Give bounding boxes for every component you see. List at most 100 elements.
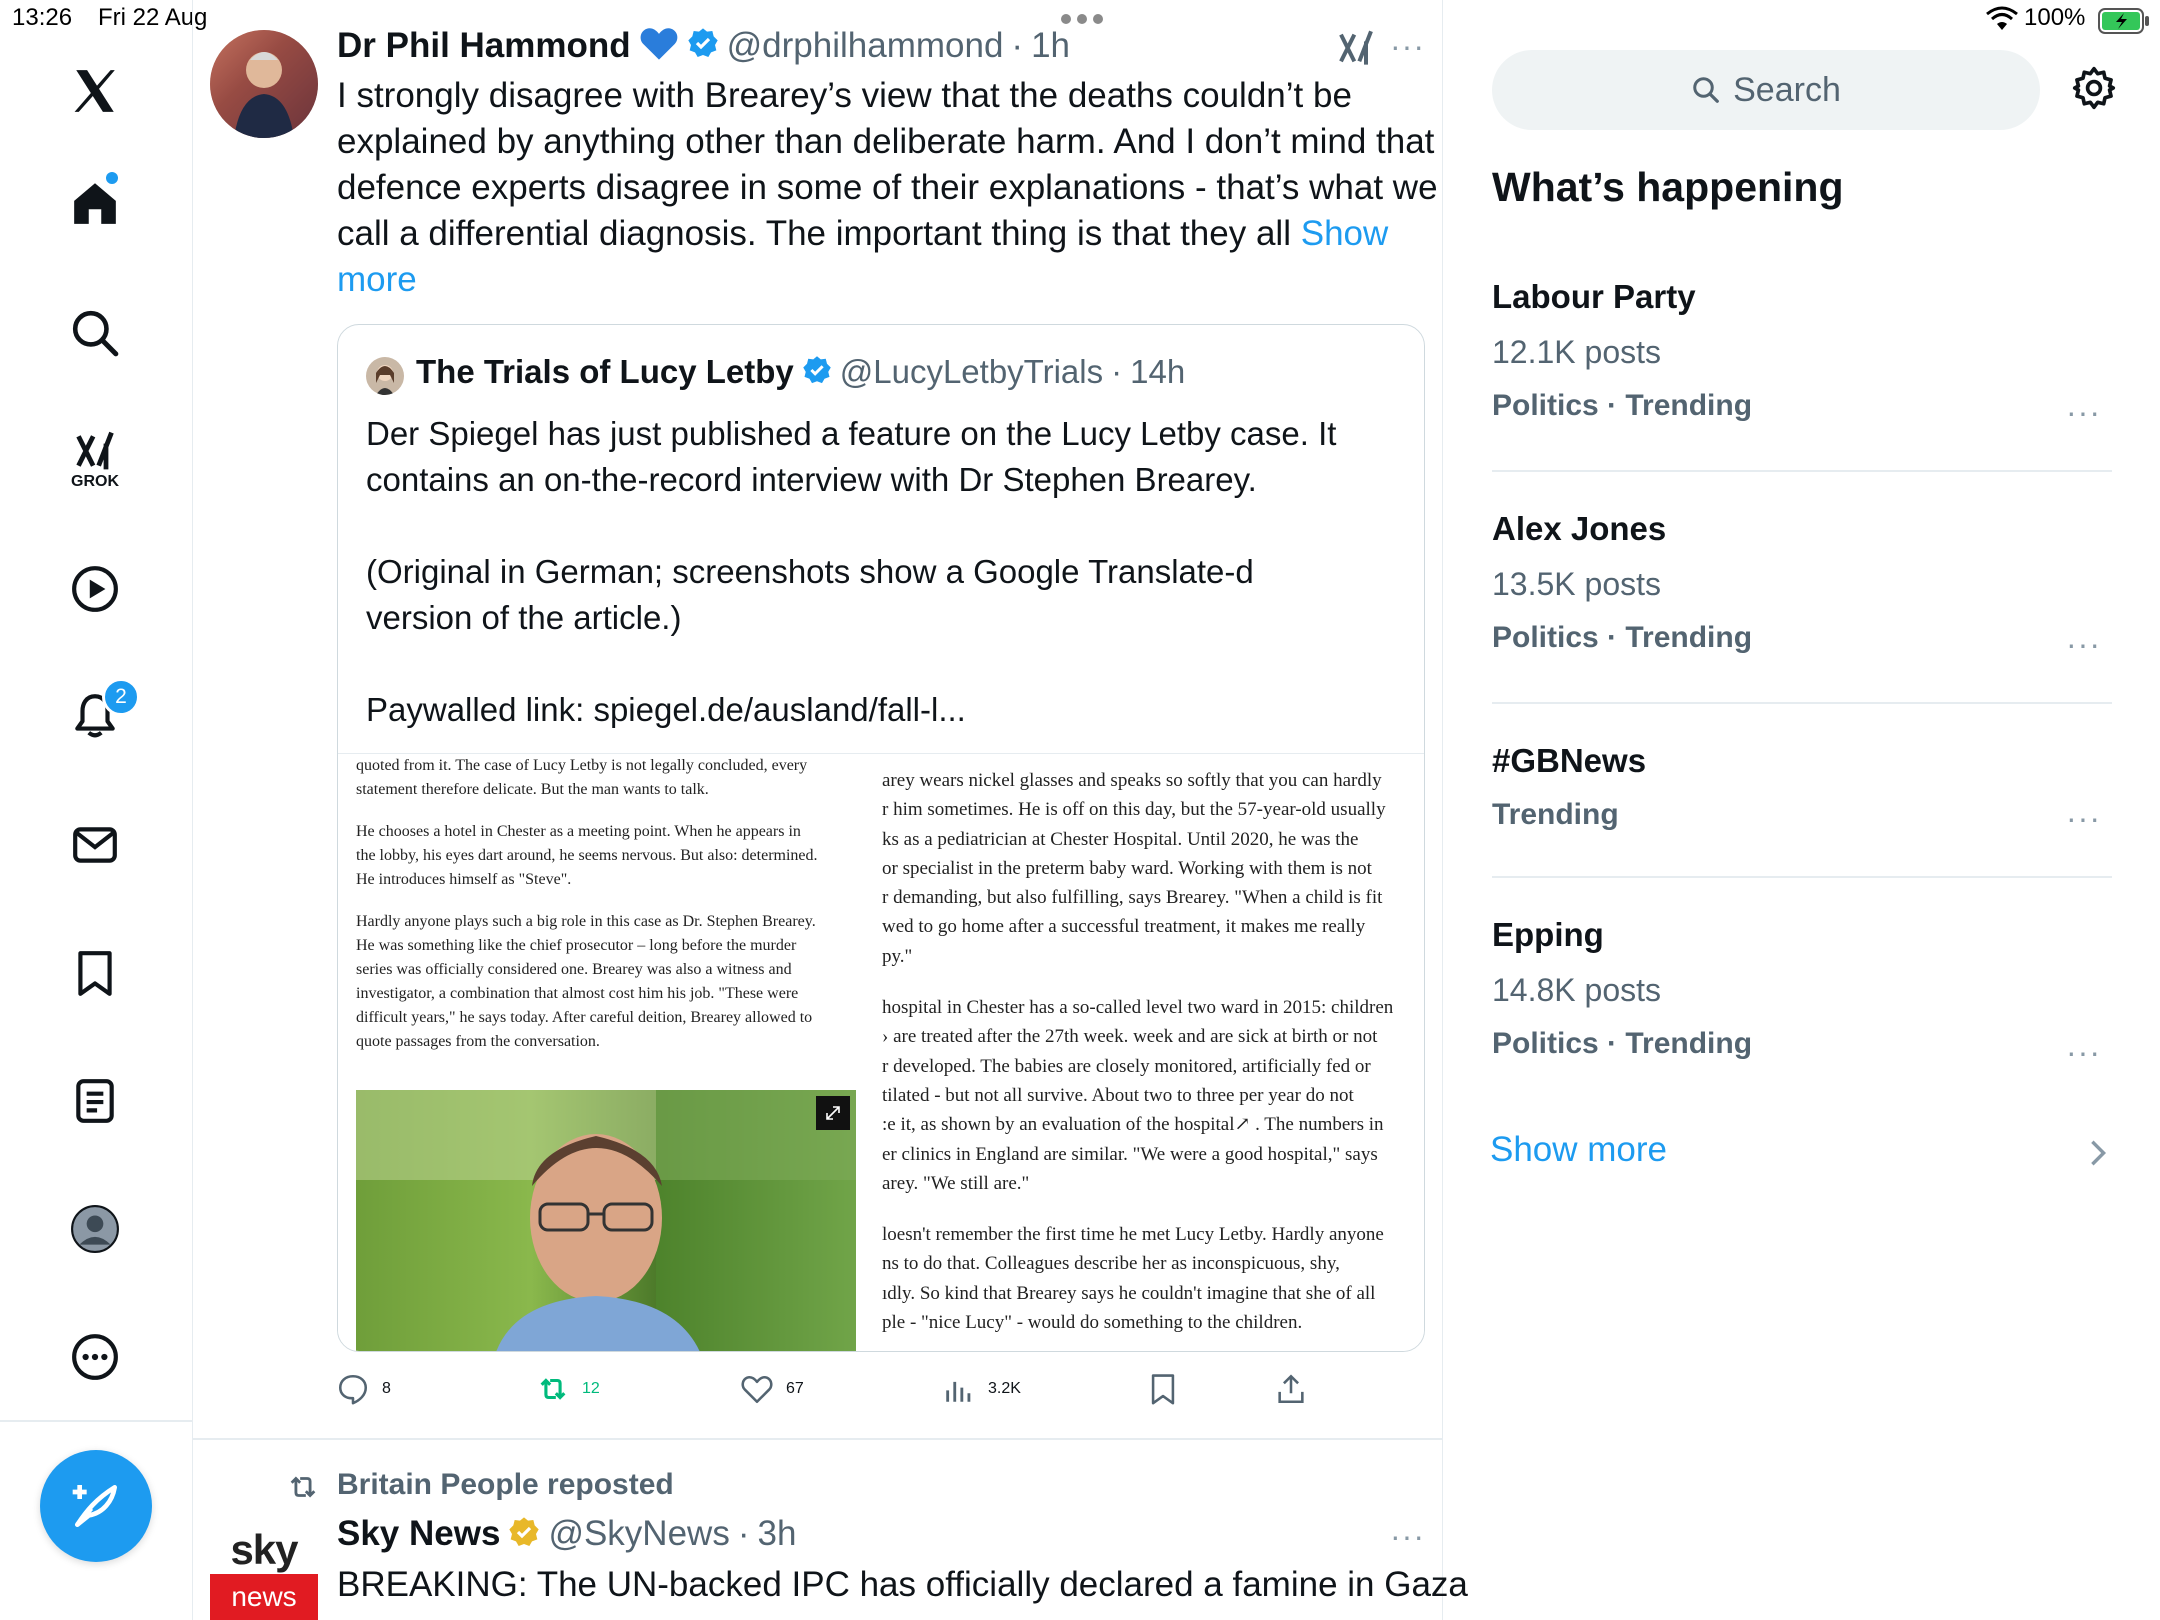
trend-title: #GBNews [1492,742,1647,779]
author-avatar[interactable] [210,30,318,138]
gear-icon[interactable] [2072,66,2116,115]
status-date: Fri 22 Aug [98,4,208,31]
tweet-header: Dr Phil Hammond @drphilhammond · 1h [337,24,1070,67]
next-tweet-more-icon[interactable]: ··· [1390,1518,1425,1555]
reply-count: 8 [382,1380,391,1397]
views-count: 3.2K [988,1380,1021,1397]
next-tweet-time[interactable]: 3h [758,1514,797,1554]
article-line: › are treated after the 27th week. week … [882,1026,1378,1048]
sky-logo-top: sky [210,1522,318,1574]
tweet-more-icon[interactable]: ··· [1390,28,1425,65]
next-author-name[interactable]: Sky News [337,1514,500,1554]
reply-button[interactable]: 8 [336,1372,391,1406]
article-right-column: arey wears nickel glasses and speaks so … [882,766,1424,1337]
article-line: r developed. The babies are closely moni… [882,1055,1371,1077]
quoted-tweet[interactable]: The Trials of Lucy Letby @LucyLetbyTrial… [337,324,1425,1352]
trend-more-icon[interactable]: ··· [2066,394,2101,431]
verified-icon [687,27,719,64]
repost-label[interactable]: Britain People reposted [337,1468,674,1502]
left-column-border [192,0,193,1620]
article-line: :e it, as shown by an evaluation of the … [882,1114,1384,1136]
search-input[interactable]: Search [1492,50,2040,130]
article-line: quote passages from the conversation. [356,1033,600,1050]
bell-icon[interactable]: 2 [62,678,140,748]
status-time: 13:26 [12,4,73,31]
article-line [882,1198,1424,1220]
gold-verified-icon [508,1516,540,1553]
article-screenshot[interactable]: quoted from it. The case of Lucy Letby i… [338,753,1424,1351]
expand-icon[interactable] [816,1096,850,1130]
article-line: statement therefore delicate. But the ma… [356,781,709,798]
battery-icon [2098,8,2150,39]
chevron-right-icon[interactable] [2086,1138,2110,1173]
trend-more-icon[interactable]: ··· [2066,1034,2101,1071]
bookmark-nav-icon[interactable] [62,940,128,1006]
trend-meta: Politics · Trending [1492,621,1753,654]
next-tweet-header: Sky News @SkyNews · 3h [337,1514,797,1554]
article-line: quoted from it. The case of Lucy Letby i… [356,757,808,774]
x-logo-icon[interactable] [62,58,128,124]
trend-posts: 14.8K posts [1492,972,1661,1008]
quote-line: version of the article.) [366,599,682,636]
author-name[interactable]: Dr Phil Hammond [337,26,631,66]
trend-title: Labour Party [1492,278,1696,315]
views-button[interactable]: 3.2K [942,1372,1021,1406]
trend-item[interactable]: Alex Jones 13.5K posts Politics · Trendi… [1492,510,1752,655]
trend-title: Alex Jones [1492,510,1667,547]
quote-author-name: The Trials of Lucy Letby [416,353,794,390]
article-line [356,892,856,910]
like-count: 67 [786,1380,804,1397]
grok-icon[interactable]: GROK [62,420,128,500]
repost-button[interactable]: 12 [536,1372,600,1406]
article-line: Hardly anyone plays such a big role in t… [356,913,816,930]
trend-item[interactable]: #GBNews Trending [1492,742,1646,832]
trend-meta: Politics · Trending [1492,1027,1753,1060]
article-line: ns to do that. Colleagues describe her a… [882,1253,1340,1275]
sky-news-avatar[interactable]: sky news [210,1522,318,1620]
article-line [356,802,856,820]
quote-line: Paywalled link: spiegel.de/ausland/fall-… [366,691,966,728]
compose-icon [72,1485,117,1527]
article-line: ks as a pediatrician at Chester Hospital… [882,828,1359,850]
show-more-trends-link[interactable]: Show more [1490,1130,1667,1170]
sky-logo-bottom: news [210,1574,318,1620]
article-line: arey wears nickel glasses and speaks so … [882,770,1382,791]
home-icon[interactable] [62,170,128,236]
trend-meta: Politics · Trending [1492,389,1753,422]
trend-title: Epping [1492,916,1604,953]
video-icon[interactable] [62,556,128,622]
trend-posts: 13.5K posts [1492,566,1661,602]
right-column-border [1442,0,1443,1620]
trend-more-icon[interactable]: ··· [2066,800,2101,837]
mail-icon[interactable] [62,812,128,878]
like-button[interactable]: 67 [740,1372,804,1406]
more-icon[interactable] [62,1324,128,1390]
list-icon[interactable] [62,1068,128,1134]
trend-divider [1492,702,2112,704]
article-line: wed to go home after a successful treatm… [882,916,1366,938]
profile-icon[interactable] [62,1196,128,1262]
tweet-body-line: call a differential diagnosis. The impor… [337,214,1291,253]
trend-item[interactable]: Epping 14.8K posts Politics · Trending [1492,916,1752,1061]
tweet-time[interactable]: 1h [1031,26,1070,66]
repost-icon [540,1378,566,1400]
reply-icon [338,1374,368,1405]
share-button[interactable] [1274,1372,1308,1406]
grok-explain-icon[interactable] [1336,28,1376,73]
trend-item[interactable]: Labour Party 12.1K posts Politics · Tren… [1492,278,1752,423]
article-line: difficult years," he says today. After c… [356,1009,813,1026]
next-author-handle[interactable]: @SkyNews [548,1514,729,1554]
show-more-link[interactable]: Show [1301,214,1389,253]
search-nav-icon[interactable] [62,300,128,366]
like-icon [741,1376,773,1404]
article-line: ple - "nice Lucy" - would do something t… [882,1312,1303,1334]
trend-meta: Trending [1492,798,1619,831]
compose-button[interactable] [40,1450,152,1562]
article-photo[interactable] [356,1090,856,1351]
tweet-body-line: explained by anything other than deliber… [337,122,1435,161]
article-line: py." [882,945,913,967]
author-handle[interactable]: @drphilhammond [727,26,1004,66]
trend-more-icon[interactable]: ··· [2066,626,2101,663]
show-more-link-cont[interactable]: more [337,257,1437,303]
bookmark-button[interactable] [1146,1372,1180,1406]
